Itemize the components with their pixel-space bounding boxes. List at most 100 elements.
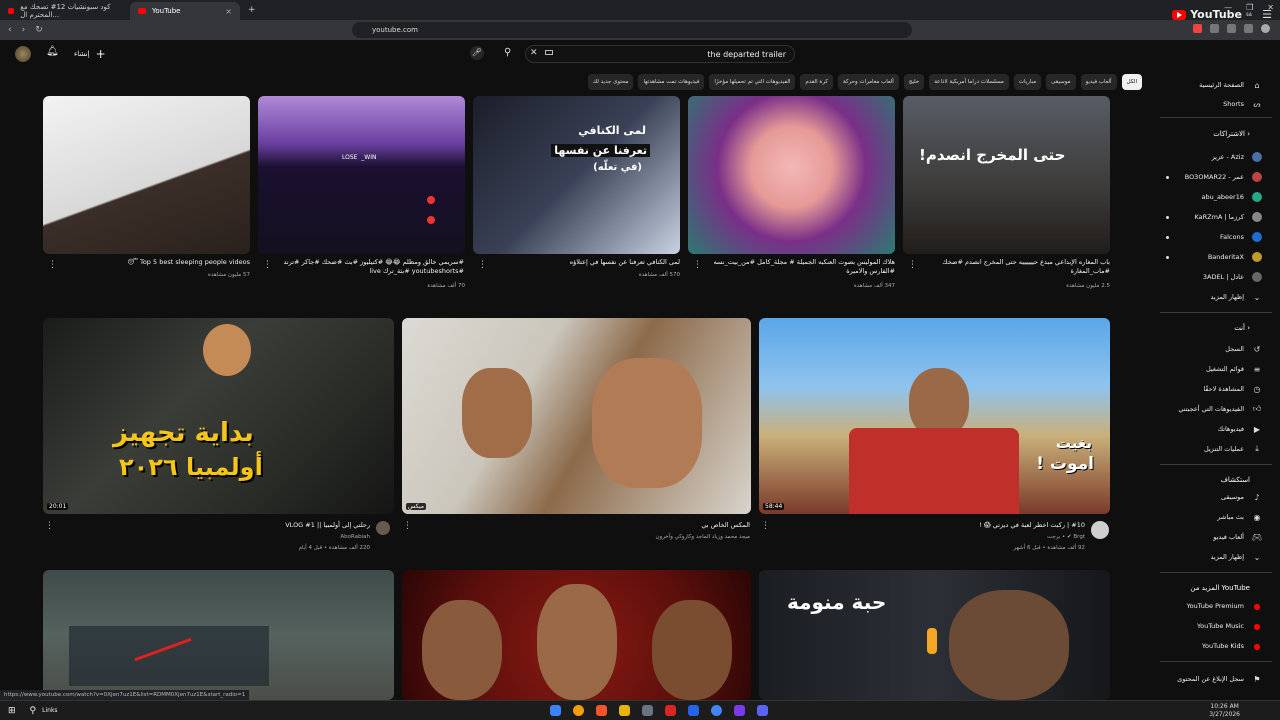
avatar[interactable] <box>15 46 31 62</box>
short-thumbnail[interactable]: LOSE _WIN <box>258 96 465 254</box>
taskbar-search-label[interactable]: Links <box>42 707 57 714</box>
chip[interactable]: محتوى جديد لك <box>587 74 634 90</box>
menu-hamburger-icon[interactable]: ☰ <box>1262 8 1272 21</box>
sidebar-item-gaming[interactable]: ألعاب فيديو 🎮︎ <box>1152 530 1262 544</box>
sidebar-item-report-history[interactable]: سجل الإبلاغ عن المحتوى ⚑ <box>1152 672 1262 686</box>
channel-name[interactable]: Brgt ✔ • برجت <box>880 533 1085 541</box>
sidebar-item-history[interactable]: السجل ↺ <box>1152 342 1262 356</box>
taskbar-app-icon[interactable] <box>757 705 768 716</box>
chip[interactable]: مباريات <box>1013 74 1042 90</box>
reload-icon[interactable]: ↻ <box>35 25 43 35</box>
keyboard-icon[interactable] <box>545 50 553 55</box>
clear-search-icon[interactable]: ✕ <box>530 48 538 58</box>
sidebar-item-show-more[interactable]: إظهار المزيد ⌄ <box>1152 550 1262 564</box>
sidebar-item-premium[interactable]: YouTube Premium ● <box>1152 599 1262 613</box>
channel-name[interactable]: AboRabiah <box>170 533 370 541</box>
chip[interactable]: موسيقى <box>1046 74 1076 90</box>
more-actions-icon[interactable]: ⋮ <box>693 260 702 270</box>
system-clock[interactable]: 10:26 AM 3/27/2026 <box>1209 703 1240 719</box>
browser-tab-active[interactable]: YouTube × <box>130 2 240 20</box>
voice-search-mic-icon[interactable]: 🎤︎ <box>470 46 484 60</box>
extension-icon[interactable] <box>1193 24 1202 33</box>
short-title[interactable]: هلاك الموليس بصوت العنكبه الجميلة # مجلة… <box>705 258 895 276</box>
notifications-bell-icon[interactable]: 🔔︎ <box>46 46 59 57</box>
sidebar-item-liked[interactable]: الفيديوهات التي أعجبتني 👍︎ <box>1152 402 1262 416</box>
sidebar-item-watch-later[interactable]: المشاهدة لاحقًا ◷ <box>1152 382 1262 396</box>
chip[interactable]: الفيديوهات التي تم تحميلها مؤخرًا <box>709 74 796 90</box>
video-title[interactable]: المكس الخاص بي <box>530 521 750 530</box>
sidebar-item-home[interactable]: الصفحة الرئيسية ⌂ <box>1152 78 1262 92</box>
taskbar-app-icon[interactable] <box>642 705 653 716</box>
browser-tab[interactable]: كود سبونشيات 12# تصحك مع المحترم ال... <box>0 2 130 20</box>
subscriptions-heading[interactable]: الاشتراكات › <box>1213 130 1250 138</box>
sidebar-item-downloads[interactable]: عمليات التنزيل ⤓ <box>1152 442 1262 456</box>
taskbar-app-icon[interactable] <box>550 705 561 716</box>
short-thumbnail[interactable]: حتى المخرج انصدم! <box>903 96 1110 254</box>
more-actions-icon[interactable]: ⋮ <box>45 521 54 531</box>
sidebar-item-subscription[interactable]: BO3OMAR22 - عمر <box>1152 170 1262 184</box>
profile-icon[interactable] <box>1261 24 1270 33</box>
chip-all[interactable]: الكل <box>1121 74 1142 90</box>
short-title[interactable]: باب المغاره الإبداعي مبدع حييييييه حتى ا… <box>920 258 1110 276</box>
sidebar-item-your-videos[interactable]: فيديوهاتك ▶ <box>1152 422 1262 436</box>
address-bar[interactable]: youtube.com <box>352 22 912 38</box>
sidebar-item-show-more[interactable]: إظهار المزيد ⌄ <box>1152 290 1262 304</box>
chip[interactable]: ألعاب فيديو <box>1080 74 1117 90</box>
short-title[interactable]: #سريمي خالق ومظلم 😂😂 #كتيليوز #بث #ضحك #… <box>276 258 464 276</box>
short-title[interactable]: لمى الكنافي تعرفنا عن نفسها في إعتلاؤه <box>490 258 680 267</box>
search-icon[interactable]: ⚲ <box>504 47 511 58</box>
sidebar-item-playlists[interactable]: قوائم التشغيل ≡ <box>1152 362 1262 376</box>
taskbar-app-icon[interactable] <box>619 705 630 716</box>
taskbar-app-icon[interactable] <box>665 705 676 716</box>
video-thumbnail[interactable]: بداية تجهيز أولمبيا ٢٠٢٦ 20:01 <box>43 318 394 514</box>
video-thumbnail[interactable]: ميكس <box>402 318 751 514</box>
channel-avatar[interactable] <box>1091 521 1109 539</box>
sidebar-item-subscription[interactable]: KaRZmA | كرزما <box>1152 210 1262 224</box>
extension-icon[interactable] <box>1210 24 1219 33</box>
sidebar-item-live[interactable]: بث مباشر ◉ <box>1152 510 1262 524</box>
video-thumbnail[interactable] <box>43 570 394 700</box>
sidebar-item-subscription[interactable]: BanderitaX <box>1152 250 1262 264</box>
short-thumbnail[interactable] <box>43 96 250 254</box>
chip[interactable]: ألعاب مغامرات وحركة <box>837 74 899 90</box>
new-tab-button[interactable]: + <box>248 5 256 15</box>
short-thumbnail[interactable]: لمى الكنافي تعرفنا عن نفسها (في تعلّه) <box>473 96 680 254</box>
short-thumbnail[interactable] <box>688 96 895 254</box>
chip[interactable]: مسلسلات دراما أمريكية لاذاعة <box>929 74 1009 90</box>
taskbar-app-icon[interactable] <box>596 705 607 716</box>
sidebar-item-subscription[interactable]: عزيز - Aziz <box>1152 150 1262 164</box>
video-thumbnail[interactable] <box>402 570 751 700</box>
sidebar-item-shorts[interactable]: Shorts ᔕ <box>1152 97 1262 111</box>
sidebar-item-music[interactable]: موسيقى ♪ <box>1152 490 1262 504</box>
more-actions-icon[interactable]: ⋮ <box>403 521 412 531</box>
more-actions-icon[interactable]: ⋮ <box>263 260 272 270</box>
create-button[interactable]: إنشاء + <box>74 47 106 61</box>
video-title[interactable]: #10 | ركبت اخطر لعبة في ديزني 😱 ! <box>880 521 1085 530</box>
video-title[interactable]: رحلتي إلى أولمبيا || VLOG #1 <box>170 521 370 530</box>
sidebar-item-kids[interactable]: YouTube Kids ● <box>1152 639 1262 653</box>
chip[interactable]: فيديوهات تمت مشاهدتها <box>638 74 705 90</box>
sidebar-item-subscription[interactable]: abu_abeer16 <box>1152 190 1262 204</box>
sidebar-item-subscription[interactable]: 3ADEL | عادل <box>1152 270 1262 284</box>
chip[interactable]: خليج <box>903 74 925 90</box>
extension-icon[interactable] <box>1227 24 1236 33</box>
back-icon[interactable]: ‹ <box>8 25 12 35</box>
chip[interactable]: كرة القدم <box>800 74 833 90</box>
video-thumbnail[interactable]: بغيت اموت ! 58:44 <box>759 318 1110 514</box>
start-icon[interactable]: ⊞ <box>8 706 16 716</box>
you-heading[interactable]: أنت › <box>1234 324 1250 332</box>
more-actions-icon[interactable]: ⋮ <box>48 260 57 270</box>
more-actions-icon[interactable]: ⋮ <box>478 260 487 270</box>
forward-icon[interactable]: › <box>22 25 26 35</box>
channel-avatar[interactable] <box>376 521 390 535</box>
short-title[interactable]: Top 5 best sleeping people videos 😴 <box>60 258 250 267</box>
sidebar-item-subscription[interactable]: Falcons <box>1152 230 1262 244</box>
taskbar-app-icon[interactable] <box>688 705 699 716</box>
video-thumbnail[interactable]: حبة منومة <box>759 570 1110 700</box>
taskbar-search-icon[interactable]: ⚲ <box>30 706 37 716</box>
taskbar-app-icon[interactable] <box>711 705 722 716</box>
close-tab-icon[interactable]: × <box>225 7 232 16</box>
more-actions-icon[interactable]: ⋮ <box>908 260 917 270</box>
taskbar-app-icon[interactable] <box>734 705 745 716</box>
taskbar-app-icon[interactable] <box>573 705 584 716</box>
